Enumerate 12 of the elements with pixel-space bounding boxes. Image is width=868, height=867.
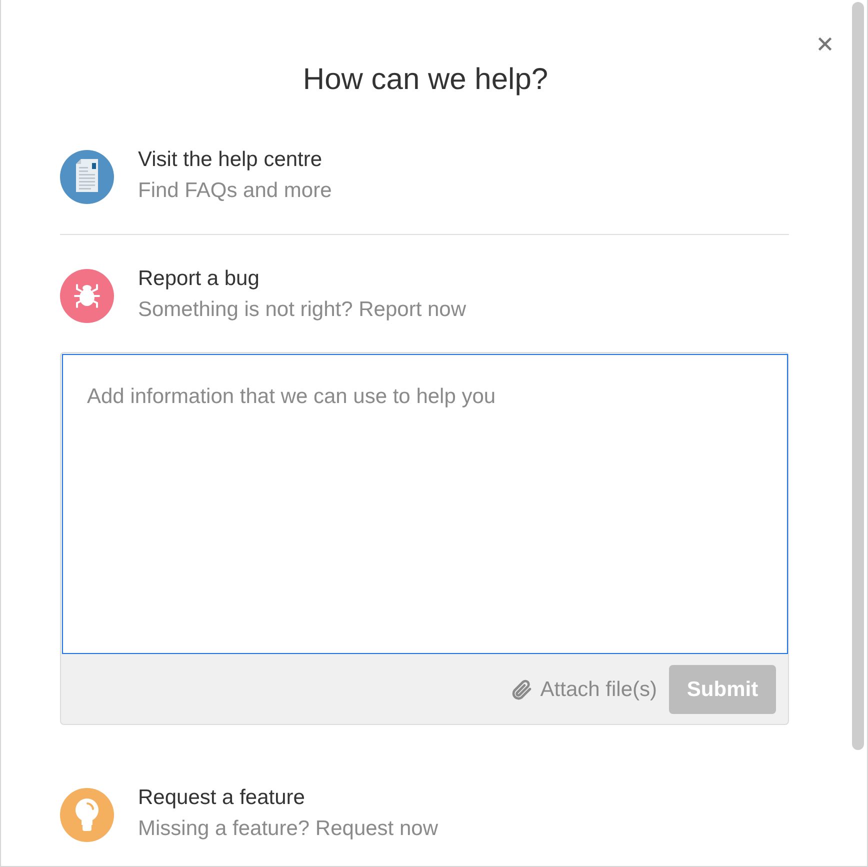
close-button[interactable] <box>818 37 832 51</box>
option-subtitle: Missing a feature? Request now <box>138 816 438 842</box>
paperclip-icon <box>511 678 534 702</box>
scrollbar-thumb[interactable] <box>852 2 864 750</box>
option-subtitle: Find FAQs and more <box>138 178 332 204</box>
option-title[interactable]: Visit the help centre <box>138 147 322 173</box>
option-subtitle: Something is not right? Report now <box>138 297 466 323</box>
option-title[interactable]: Report a bug <box>138 266 260 292</box>
close-icon <box>818 37 832 51</box>
bug-description-field[interactable]: Add information that we can use to help you <box>62 354 788 654</box>
dialog-title: How can we help? <box>302 63 548 97</box>
option-title[interactable]: Request a feature <box>138 785 305 811</box>
